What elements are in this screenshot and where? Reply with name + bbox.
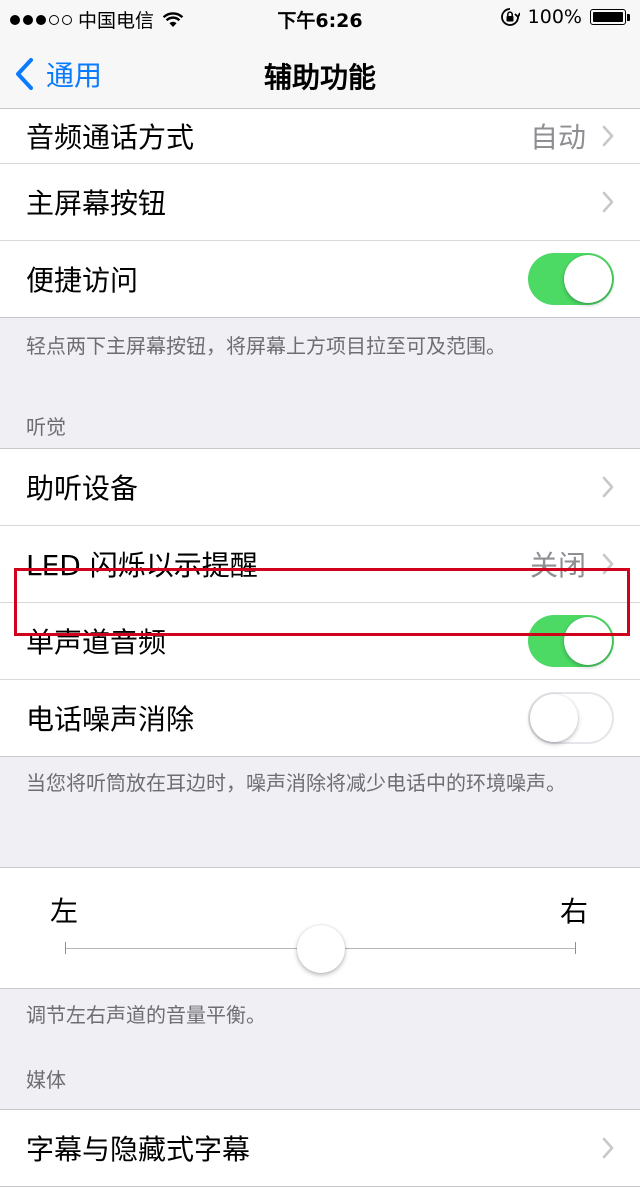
highlight-annotation <box>14 568 630 636</box>
hearing-devices-row[interactable]: 助听设备 <box>0 449 640 526</box>
slider-tick-left <box>65 942 66 954</box>
orientation-lock-icon <box>500 8 520 26</box>
chevron-right-icon <box>602 476 614 498</box>
home-button-row[interactable]: 主屏幕按钮 <box>0 164 640 241</box>
settings-list: 音频通话方式 自动 主屏幕按钮 便捷访问 轻点两下主屏幕按钮，将屏幕上方项目拉至… <box>0 109 640 1187</box>
balance-slider-thumb[interactable] <box>297 925 345 973</box>
phone-noise-cancellation-row: 电话噪声消除 <box>0 680 640 756</box>
media-group: 字幕与隐藏式字幕 <box>0 1109 640 1187</box>
row-label: 音频通话方式 <box>26 121 195 154</box>
noise-cancellation-footer: 当您将听筒放在耳边时，噪声消除将减少电话中的环境噪声。 <box>26 771 566 795</box>
nav-bar: 通用 辅助功能 <box>0 36 640 109</box>
row-label: 字幕与隐藏式字幕 <box>26 1133 251 1166</box>
page-title: 辅助功能 <box>263 61 376 94</box>
row-label: 便捷访问 <box>26 264 139 297</box>
balance-footer: 调节左右声道的音量平衡。 <box>26 1003 266 1027</box>
hearing-section-header: 听觉 <box>26 415 66 439</box>
reachability-row: 便捷访问 <box>0 241 640 317</box>
row-label: 电话噪声消除 <box>26 703 195 736</box>
reachability-group: 音频通话方式 自动 主屏幕按钮 便捷访问 <box>0 109 640 318</box>
noise-cancellation-toggle[interactable] <box>528 692 614 744</box>
row-label: 助听设备 <box>26 472 139 505</box>
reachability-toggle[interactable] <box>528 253 614 305</box>
row-label: 主屏幕按钮 <box>26 187 167 220</box>
battery-icon <box>590 9 630 25</box>
chevron-right-icon <box>602 191 614 213</box>
status-right: 100% <box>500 6 630 28</box>
audio-call-routing-row[interactable]: 音频通话方式 自动 <box>0 109 640 164</box>
subtitles-captions-row[interactable]: 字幕与隐藏式字幕 <box>0 1110 640 1186</box>
balance-group: 左 右 <box>0 867 640 989</box>
row-value: 自动 <box>529 121 586 154</box>
status-bar: 中国电信 下午6:26 100% <box>0 0 640 36</box>
chevron-right-icon <box>602 1137 614 1159</box>
balance-right-label: 右 <box>559 895 588 928</box>
chevron-right-icon <box>602 125 614 147</box>
slider-tick-right <box>575 942 576 954</box>
battery-percent: 100% <box>527 6 582 28</box>
balance-left-label: 左 <box>50 895 79 928</box>
media-section-header: 媒体 <box>26 1068 66 1092</box>
reachability-footer: 轻点两下主屏幕按钮，将屏幕上方项目拉至可及范围。 <box>26 334 506 358</box>
